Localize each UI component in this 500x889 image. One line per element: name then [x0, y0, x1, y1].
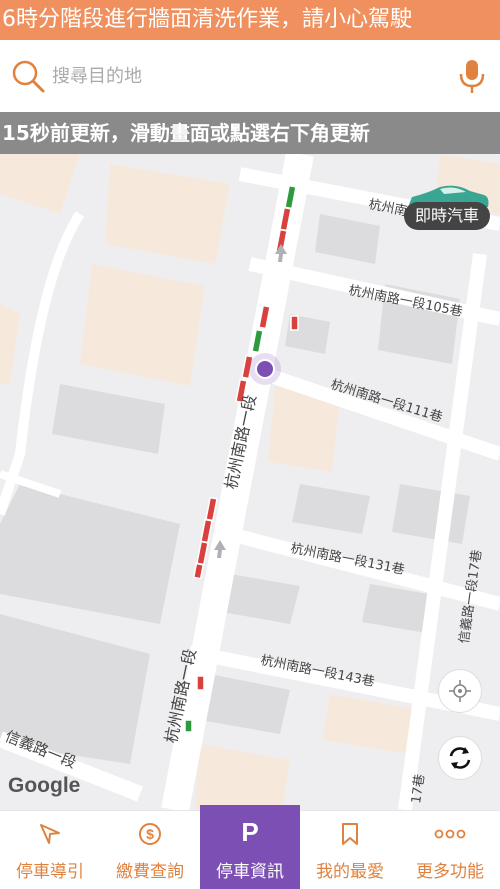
parking-occupied — [200, 518, 213, 544]
refresh-icon — [449, 747, 471, 769]
google-attribution: Google — [8, 774, 81, 797]
parking-occupied — [196, 675, 205, 691]
crosshair-icon — [449, 680, 471, 702]
update-notice-text: 15秒前更新，滑動畫面或點選右下角更新 — [2, 121, 370, 145]
tab-parking-guide[interactable]: 停車導引 — [0, 811, 100, 889]
my-location-button[interactable] — [438, 669, 482, 713]
more-dots-icon — [400, 821, 500, 847]
refresh-button[interactable] — [438, 736, 482, 780]
parking-occupied — [290, 315, 299, 331]
parking-occupied — [205, 496, 218, 522]
destination-search-input[interactable] — [52, 58, 432, 94]
tab-label: 我的最愛 — [316, 862, 384, 882]
tab-payment-query[interactable]: $ 繳費查詢 — [100, 811, 200, 889]
tab-label: 繳費查詢 — [116, 862, 184, 882]
search-icon[interactable] — [10, 58, 46, 94]
user-location-marker — [249, 353, 281, 385]
update-notice: 15秒前更新，滑動畫面或點選右下角更新 — [0, 112, 500, 154]
parking-map[interactable]: 杭州南路一段 杭州南路一段 杭州南路一段93巷 杭州南路一段105巷 杭州南路一… — [0, 154, 500, 810]
tab-more[interactable]: 更多功能 — [400, 811, 500, 889]
search-bar — [0, 40, 500, 112]
parking-occupied — [192, 562, 205, 580]
live-car-label: 即時汽車 — [414, 206, 479, 225]
announcement-text: 6時分階段進行牆面清洗作業，請小心駕駛 — [2, 7, 412, 32]
tab-label: 停車導引 — [16, 862, 84, 882]
tab-label: 更多功能 — [416, 862, 484, 882]
tab-parking-info[interactable]: P 停車資訊 — [200, 805, 300, 889]
tab-label: 停車資訊 — [216, 862, 284, 882]
navigation-arrow-icon — [0, 821, 100, 847]
parking-p-icon: P — [241, 816, 259, 847]
dollar-icon: $ — [100, 821, 200, 847]
svg-text:$: $ — [146, 826, 154, 842]
parking-occupied — [196, 540, 209, 566]
parking-available — [184, 719, 193, 733]
live-car-badge[interactable]: 即時汽車 — [404, 202, 490, 230]
street-label-bottom-lane: 17巷 — [409, 773, 428, 804]
bookmark-icon — [300, 821, 400, 847]
tab-favorites[interactable]: 我的最愛 — [300, 811, 400, 889]
street-label-lane-131: 杭州南路一段131巷 — [289, 540, 406, 578]
mic-icon[interactable] — [456, 58, 488, 96]
announcement-banner[interactable]: 6時分階段進行牆面清洗作業，請小心駕駛 — [0, 0, 500, 40]
bottom-tab-bar: 停車導引 $ 繳費查詢 P 停車資訊 我的最愛 更多功能 — [0, 805, 500, 889]
map-canvas[interactable]: 杭州南路一段 杭州南路一段 杭州南路一段93巷 杭州南路一段105巷 杭州南路一… — [0, 154, 500, 810]
